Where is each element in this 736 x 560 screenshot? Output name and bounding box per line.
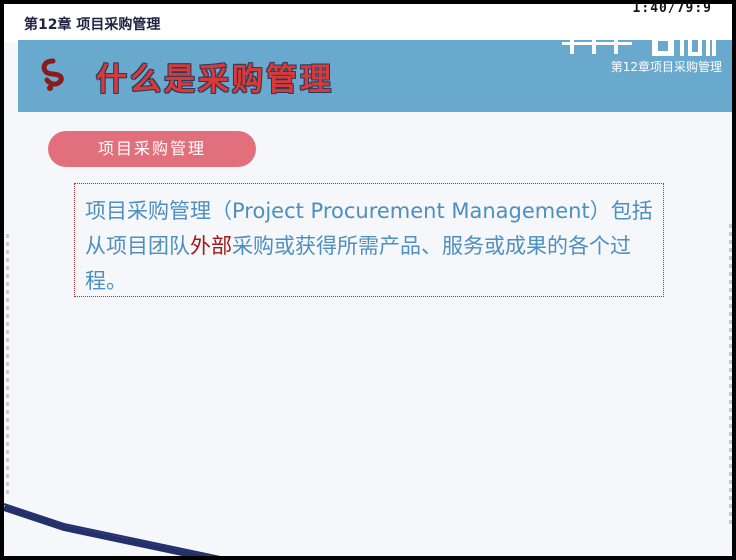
- chapter-heading: 第12章 项目采购管理: [24, 17, 161, 33]
- ribbon-bullet-icon: [41, 58, 64, 91]
- playback-timer: 1:40/79:9: [632, 1, 712, 16]
- slide-title: 什么是采购管理: [96, 62, 334, 98]
- slide-canvas: 第12章 项目采购管理 什么是采购管理 第12章项目采购管理 项目采购管理 项目…: [4, 4, 732, 556]
- corner-swoosh-decoration: [4, 503, 221, 556]
- definition-text: 项目采购管理（Project Procurement Management）包括…: [85, 194, 653, 299]
- definition-box: 项目采购管理（Project Procurement Management）包括…: [74, 183, 664, 297]
- banner-chapter-label: 第12章项目采购管理: [610, 60, 722, 74]
- definition-highlight: 外部: [190, 234, 232, 258]
- left-edge-decoration: [6, 234, 9, 494]
- section-pill: 项目采购管理: [48, 131, 256, 167]
- title-banner: 什么是采购管理 第12章项目采购管理: [18, 36, 732, 112]
- right-edge-decoration: [729, 224, 732, 524]
- brand-logo-icon: [562, 36, 716, 56]
